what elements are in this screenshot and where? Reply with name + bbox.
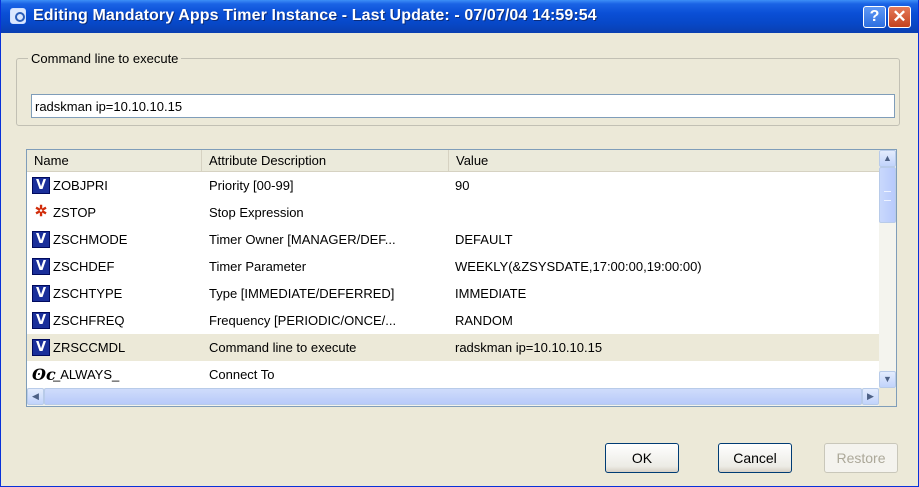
table-row[interactable]: V ZSCHTYPE Type [IMMEDIATE/DEFERRED] IMMEDI… [27,280,879,307]
row-name: ZOBJPRI [53,178,108,193]
table-row[interactable]: V ZSCHFREQ Frequency [PERIODIC/ONCE/... RAN… [27,307,879,334]
column-header-name[interactable]: Name [27,150,202,171]
variable-icon: V [32,339,50,356]
connection-icon: ʘc [32,365,56,384]
attribute-list: Name Attribute Description Value V ZOBJPR… [26,149,897,407]
row-name: ZSCHDEF [53,259,115,274]
ok-button[interactable]: OK [605,443,679,473]
row-attribute-description: Stop Expression [209,205,304,220]
list-header: Name Attribute Description Value [27,150,879,172]
variable-icon: V [32,285,50,302]
row-attribute-description: Frequency [PERIODIC/ONCE/... [209,313,397,328]
table-row[interactable]: V ZSCHDEF Timer Parameter WEEKLY(&ZSYSDATE,… [27,253,879,280]
cancel-button[interactable]: Cancel [718,443,792,473]
row-name: ZSCHFREQ [53,313,125,328]
app-icon [10,8,26,24]
scrollbar-corner [879,388,896,406]
column-header-attribute-description[interactable]: Attribute Description [202,150,449,171]
row-name: ZSCHMODE [53,232,128,247]
row-value [455,199,875,226]
row-attribute-description: Command line to execute [209,340,357,355]
vertical-scroll-thumb[interactable] [879,167,896,223]
row-value: radskman ip=10.10.10.15 [455,340,603,355]
row-name: _ALWAYS_ [53,367,120,382]
command-line-legend: Command line to execute [28,51,182,66]
title-bar[interactable]: Editing Mandatory Apps Timer Instance - … [1,0,918,33]
row-attribute-description: Connect To [209,367,275,382]
scroll-up-icon[interactable]: ▲ [879,150,896,167]
row-value: 90 [455,178,470,193]
variable-icon: V [32,231,50,248]
scroll-down-icon[interactable]: ▼ [879,371,896,388]
vertical-scrollbar[interactable]: ▲ ▼ [879,150,896,388]
row-value: DEFAULT [455,232,513,247]
row-name: ZRSCCMDL [53,340,126,355]
table-row[interactable]: ʘc _ALWAYS_ Connect To [27,361,879,388]
row-attribute-description: Priority [00-99] [209,178,294,193]
table-row[interactable]: V ZSCHMODE Timer Owner [MANAGER/DEF... DEFA… [27,226,879,253]
row-attribute-description: Timer Parameter [209,259,307,274]
row-attribute-description: Type [IMMEDIATE/DEFERRED] [209,286,395,301]
scroll-right-icon[interactable]: ▶ [862,388,879,405]
window-title: Editing Mandatory Apps Timer Instance - … [33,7,597,24]
scroll-left-icon[interactable]: ◀ [27,388,44,405]
variable-icon: V [32,177,50,194]
row-value: IMMEDIATE [455,286,527,301]
row-value [455,361,875,388]
stop-expression-icon: ✲ [34,203,48,220]
horizontal-scroll-thumb[interactable] [44,388,862,405]
variable-icon: V [32,312,50,329]
table-row[interactable]: ✲ ZSTOP Stop Expression [27,199,879,226]
restore-button[interactable]: Restore [824,443,898,473]
row-name: ZSTOP [53,205,97,220]
row-attribute-description: Timer Owner [MANAGER/DEF... [209,232,396,247]
close-button[interactable]: ✕ [888,6,911,28]
column-header-value[interactable]: Value [449,150,879,171]
row-value: WEEKLY(&ZSYSDATE,17:00:00,19:00:00) [455,259,702,274]
row-value: RANDOM [455,313,513,328]
help-button[interactable]: ? [863,6,886,28]
list-rows: V ZOBJPRI Priority [00-99] 90 ✲ ZSTOP Stop Exp… [27,172,879,388]
variable-icon: V [32,258,50,275]
table-row[interactable]: V ZRSCCMDL Command line to execute radskman… [27,334,879,361]
table-row[interactable]: V ZOBJPRI Priority [00-99] 90 [27,172,879,199]
row-name: ZSCHTYPE [53,286,123,301]
dialog-window: Editing Mandatory Apps Timer Instance - … [0,0,919,487]
command-line-input[interactable] [31,94,895,118]
horizontal-scrollbar[interactable]: ◀ ▶ [27,388,879,406]
